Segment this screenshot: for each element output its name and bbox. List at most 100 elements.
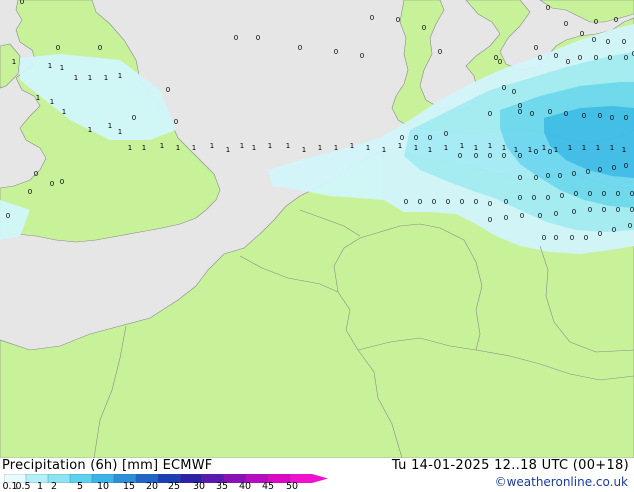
precip-value-label: 0 — [592, 36, 596, 44]
precip-value-label: 1 — [108, 122, 112, 130]
precip-value-label: 0 — [438, 48, 442, 56]
title-model: ECMWF — [162, 458, 213, 473]
precip-value-label: 0 — [564, 110, 568, 118]
precip-value-label: 0 — [396, 16, 400, 24]
precip-value-label: 1 — [622, 146, 626, 154]
precip-value-label: 1 — [350, 142, 354, 150]
precip-value-label: 1 — [226, 146, 230, 154]
valid-time: Tu 14-01-2025 12..18 UTC (00+18) — [391, 458, 629, 473]
precip-value-label: 0 — [446, 198, 450, 206]
precip-value-label: 0 — [404, 198, 408, 206]
precip-value-label: 1 — [118, 72, 122, 80]
precip-value-label: 0 — [502, 152, 506, 160]
precip-value-label: 0 — [574, 190, 578, 198]
precip-value-label: 1 — [554, 146, 558, 154]
precip-value-label: 0 — [588, 206, 592, 214]
precip-value-label: 1 — [488, 142, 492, 150]
precip-value-label: 0 — [518, 174, 522, 182]
precip-value-label: 0 — [532, 194, 536, 202]
precip-value-label: 1 — [610, 144, 614, 152]
precip-value-label: 1 — [444, 144, 448, 152]
precip-value-label: 0 — [630, 206, 634, 214]
precip-value-label: 1 — [176, 144, 180, 152]
precip-value-label: 1 — [210, 142, 214, 150]
precip-value-label: 0 — [614, 16, 618, 24]
precip-value-label: 0 — [616, 190, 620, 198]
precip-value-label: 1 — [252, 144, 256, 152]
colorbar-labels: 0.1 0.5 1 2 5 10 15 20 25 30 35 40 45 50 — [0, 482, 340, 492]
precip-value-label: 1 — [582, 144, 586, 152]
precip-value-label: 0 — [598, 112, 602, 120]
precip-value-label: 0 — [174, 118, 178, 126]
precip-value-label: 0 — [570, 234, 574, 242]
precip-value-label: 0 — [624, 114, 628, 122]
precip-value-label: 0 — [554, 234, 558, 242]
precip-value-label: 0 — [132, 114, 136, 122]
precip-value-label: 1 — [286, 142, 290, 150]
precip-value-label: 0 — [628, 222, 632, 230]
precip-value-label: 0 — [594, 18, 598, 26]
precip-value-label: 0 — [474, 198, 478, 206]
precip-value-label: 1 — [334, 144, 338, 152]
precip-value-label: 1 — [118, 128, 122, 136]
precip-value-label: 0 — [616, 206, 620, 214]
precip-value-label: 1 — [142, 144, 146, 152]
precip-value-label: 1 — [240, 142, 244, 150]
precip-value-label: 0 — [538, 54, 542, 62]
precip-value-label: 0 — [488, 152, 492, 160]
precip-value-label: 0 — [488, 216, 492, 224]
precip-value-label: 0 — [34, 170, 38, 178]
precip-value-label: 0 — [580, 30, 584, 38]
precip-value-label: 0 — [166, 86, 170, 94]
precip-value-label: 0 — [488, 110, 492, 118]
precip-value-label: 1 — [460, 142, 464, 150]
precip-value-label: 0 — [504, 214, 508, 222]
precip-value-label: 0 — [546, 194, 550, 202]
precip-value-label: 1 — [302, 146, 306, 154]
chart-title: Precipitation (6h) [mm] ECMWF — [2, 458, 212, 473]
precip-value-label: 0 — [498, 58, 502, 66]
precip-value-label: 1 — [12, 58, 16, 66]
precip-value-label: 0 — [428, 134, 432, 142]
precip-value-label: 0 — [606, 38, 610, 46]
precip-value-label: 0 — [256, 34, 260, 42]
precip-value-label: 0 — [370, 14, 374, 22]
precip-value-label: 0 — [542, 234, 546, 242]
precip-value-label: 1 — [48, 62, 52, 70]
precip-value-label: 1 — [60, 64, 64, 72]
precip-value-label: 0 — [518, 108, 522, 116]
precip-value-label: 0 — [534, 44, 538, 52]
precip-value-label: 1 — [128, 144, 132, 152]
precip-value-label: 1 — [50, 98, 54, 106]
precip-value-label: 0 — [546, 172, 550, 180]
precip-value-label: 0 — [594, 54, 598, 62]
precip-value-label: 0 — [554, 52, 558, 60]
precip-value-label: 1 — [268, 142, 272, 150]
precipitation-map: 0 0 0 0 0 0 0 0 0 0 0 0 0 0 0 0 0 0 0 0 0 0 0 0 0 0 0 0 0 0 0 0 0 0 0 0 0 0 0 0… — [0, 0, 634, 458]
precip-value-label: 1 — [88, 74, 92, 82]
precip-value-label: 0 — [422, 24, 426, 32]
precip-value-label: 1 — [74, 74, 78, 82]
precip-value-label: 0 — [572, 208, 576, 216]
precip-value-label: 0 — [624, 54, 628, 62]
precip-value-label: 0 — [608, 54, 612, 62]
precip-value-label: 0 — [566, 58, 570, 66]
precip-value-label: 1 — [542, 144, 546, 152]
precip-value-label: 0 — [548, 108, 552, 116]
precip-value-label: 0 — [598, 166, 602, 174]
precip-value-label: 0 — [518, 152, 522, 160]
precip-value-label: 0 — [518, 194, 522, 202]
precip-value-label: 0 — [530, 110, 534, 118]
precip-value-label: 1 — [318, 144, 322, 152]
precip-value-label: 1 — [366, 144, 370, 152]
credit-link[interactable]: ©weatheronline.co.uk — [495, 475, 628, 489]
legend-footer: Precipitation (6h) [mm] ECMWF Tu 14-01-2… — [0, 458, 634, 492]
precip-value-label: 0 — [414, 134, 418, 142]
precip-value-label: 0 — [504, 198, 508, 206]
precip-value-label: 0 — [56, 44, 60, 52]
precip-value-label: 0 — [584, 234, 588, 242]
precip-value-label: 0 — [418, 198, 422, 206]
precip-value-label: 0 — [586, 168, 590, 176]
precip-value-label: 1 — [414, 144, 418, 152]
precip-value-label: 0 — [602, 190, 606, 198]
